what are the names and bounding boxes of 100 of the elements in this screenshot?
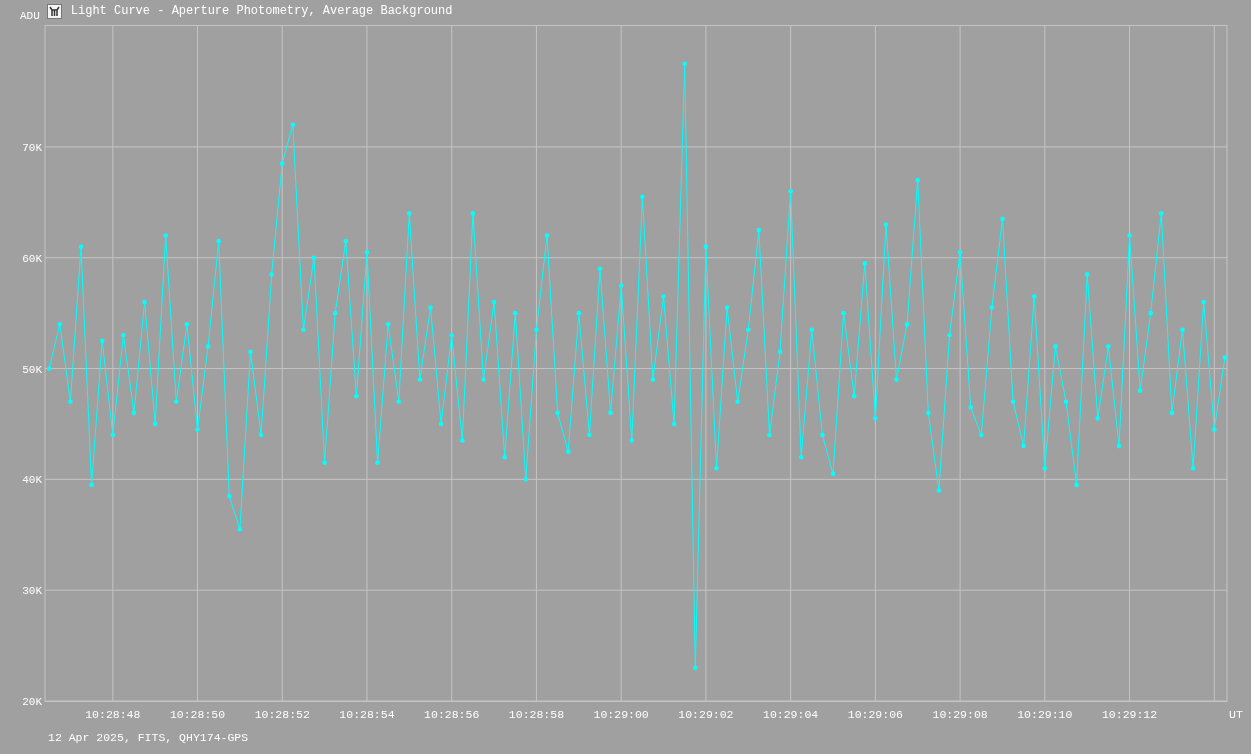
data-point [428,305,433,310]
data-point [385,321,391,327]
data-point [258,432,264,438]
data-point [915,177,921,183]
data-point [724,305,730,310]
x-axis-label: 10:29:10 [1017,708,1073,721]
data-point [78,244,84,249]
data-point [661,294,666,299]
data-point [1148,310,1154,316]
y-axis-label: 60K [22,252,42,265]
data-point [99,338,105,344]
data-point [491,299,497,305]
data-point [89,482,94,488]
x-axis-label: 10:28:56 [424,708,480,721]
y-axis-label: 20K [22,696,42,708]
data-point [565,449,571,454]
data-point [714,466,719,471]
data-point [343,238,349,244]
data-point [989,305,995,310]
data-point [788,188,793,194]
data-point [1053,344,1058,349]
data-point [873,416,878,421]
data-point [968,405,973,410]
data-point [830,471,836,477]
data-point [1159,211,1164,216]
x-axis-label: 10:29:02 [678,708,734,721]
data-point [957,249,963,255]
y-axis-label: 50K [22,363,42,376]
data-point [237,526,243,532]
data-point [1042,466,1048,471]
data-point [438,421,444,427]
x-axis-label: 10:29:12 [1101,708,1158,721]
data-point [68,399,73,405]
data-point [650,377,656,382]
data-point [1137,388,1143,393]
data-point [470,211,476,216]
data-point [121,333,126,338]
data-point [1063,399,1069,405]
data-point [322,460,327,466]
app-icon [46,4,62,19]
data-point [1201,299,1206,305]
x-axis-label: 10:29:06 [847,708,903,721]
y-axis-label: 30K [22,585,42,598]
x-axis-label: 10:29:08 [932,708,988,721]
data-point [809,327,815,333]
data-point [163,233,169,238]
data-point [1180,327,1185,333]
data-point [1031,294,1037,299]
data-point [449,333,454,338]
data-point [820,432,825,438]
data-point [894,377,899,382]
x-axis-label: 10:28:54 [339,708,395,721]
data-point [1106,344,1111,349]
data-point [364,249,370,255]
x-axis-label: 10:28:50 [169,708,226,721]
data-point [57,321,63,327]
data-point [841,310,846,316]
data-point [152,421,158,427]
data-point [904,321,910,327]
data-point [576,310,582,316]
data-point [947,333,952,338]
data-point [629,438,635,443]
data-point [979,432,984,438]
data-point [1000,216,1005,222]
x-axis-label: 10:28:58 [508,708,565,721]
data-point [1212,427,1217,432]
data-point [142,299,147,305]
window-title: Light Curve - Aperture Photometry, Average Background [70,4,453,18]
data-point [332,310,338,316]
data-point [608,410,613,416]
data-point [735,399,740,405]
data-point [1222,355,1228,360]
data-point [205,344,211,349]
data-point [502,454,507,460]
data-point [481,377,486,382]
data-point [269,272,274,277]
data-point [184,321,190,327]
data-point [523,477,529,482]
data-point [767,432,772,438]
data-point [756,227,762,233]
data-point [851,393,857,399]
x-axis-label: 10:28:48 [85,708,141,721]
data-point [1116,443,1122,449]
data-point [417,377,423,382]
footer-info: 12 Apr 2025, FITS, QHY174-GPS [48,731,249,744]
data-point [798,454,804,460]
data-point [671,421,677,427]
data-point [375,460,380,466]
data-point [555,410,560,416]
data-point [1169,410,1175,416]
x-axis-title: UT [1229,708,1243,721]
data-point [174,399,179,405]
data-point [216,238,221,244]
data-point [534,327,539,333]
data-point [1084,272,1090,277]
data-point [131,410,137,416]
data-point [1190,466,1196,471]
data-point [777,349,783,355]
data-point [544,233,550,238]
data-point [407,211,412,216]
